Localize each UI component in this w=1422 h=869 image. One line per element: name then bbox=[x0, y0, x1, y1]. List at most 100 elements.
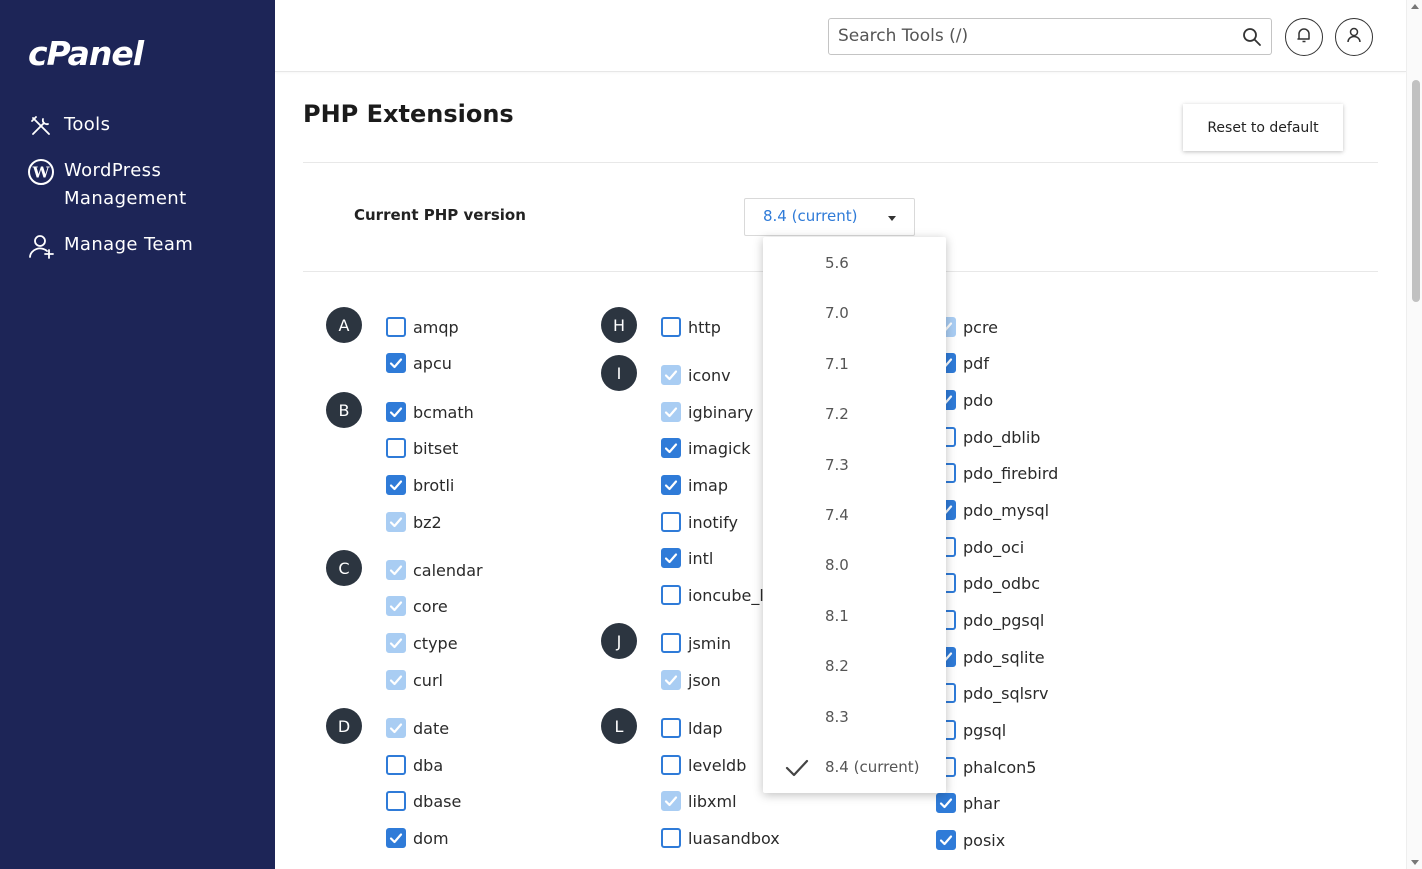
extension-checkbox-row[interactable]: pdo_pgsql bbox=[936, 608, 1044, 632]
cpanel-logo[interactable]: cPanel bbox=[28, 34, 144, 73]
extension-checkbox[interactable] bbox=[386, 670, 406, 690]
extension-checkbox[interactable] bbox=[936, 830, 956, 850]
search-box[interactable] bbox=[828, 18, 1272, 55]
extension-checkbox-row[interactable]: amqp bbox=[386, 315, 459, 339]
extension-checkbox-row[interactable]: imap bbox=[661, 473, 728, 497]
extension-label: apcu bbox=[413, 353, 452, 373]
extension-checkbox[interactable] bbox=[386, 828, 406, 848]
extension-checkbox-row[interactable]: phalcon5 bbox=[936, 755, 1036, 779]
extension-checkbox-row[interactable]: calendar bbox=[386, 558, 483, 582]
extension-checkbox[interactable] bbox=[661, 718, 681, 738]
extension-checkbox[interactable] bbox=[386, 402, 406, 422]
extension-checkbox[interactable] bbox=[386, 633, 406, 653]
extension-checkbox-row[interactable]: posix bbox=[936, 828, 1005, 852]
extension-checkbox[interactable] bbox=[661, 791, 681, 811]
extension-checkbox[interactable] bbox=[661, 670, 681, 690]
extension-checkbox-row[interactable]: dba bbox=[386, 753, 443, 777]
extension-checkbox[interactable] bbox=[386, 755, 406, 775]
extension-checkbox-row[interactable]: luasandbox bbox=[661, 826, 780, 850]
sidebar-item-manage-team[interactable]: Manage Team bbox=[26, 231, 214, 261]
extension-checkbox-row[interactable]: ioncube_lo bbox=[661, 583, 774, 607]
php-version-option[interactable]: 8.2 bbox=[763, 644, 946, 688]
scrollbar-thumb[interactable] bbox=[1412, 80, 1420, 302]
extension-checkbox-row[interactable]: json bbox=[661, 668, 721, 692]
php-version-option[interactable]: 5.6 bbox=[763, 241, 946, 285]
notifications-button[interactable] bbox=[1285, 18, 1323, 56]
extension-checkbox-row[interactable]: core bbox=[386, 594, 448, 618]
extension-checkbox-row[interactable]: brotli bbox=[386, 473, 454, 497]
extension-checkbox[interactable] bbox=[386, 791, 406, 811]
check-icon bbox=[389, 358, 403, 369]
php-version-option[interactable]: 7.3 bbox=[763, 443, 946, 487]
account-button[interactable] bbox=[1335, 18, 1373, 56]
extension-checkbox[interactable] bbox=[386, 560, 406, 580]
extension-checkbox[interactable] bbox=[386, 438, 406, 458]
extension-checkbox[interactable] bbox=[386, 512, 406, 532]
extension-checkbox[interactable] bbox=[386, 353, 406, 373]
extension-checkbox[interactable] bbox=[661, 585, 681, 605]
php-version-option[interactable]: 7.1 bbox=[763, 342, 946, 386]
extension-checkbox[interactable] bbox=[386, 475, 406, 495]
extension-checkbox[interactable] bbox=[661, 548, 681, 568]
php-version-option[interactable]: 8.1 bbox=[763, 594, 946, 638]
extension-checkbox-row[interactable]: imagick bbox=[661, 436, 751, 460]
sidebar-item-wordpress[interactable]: W WordPress Management bbox=[26, 157, 214, 213]
extension-checkbox-row[interactable]: pgsql bbox=[936, 718, 1006, 742]
sidebar-item-tools[interactable]: Tools bbox=[26, 111, 214, 141]
php-version-select[interactable]: 8.4 (current) bbox=[744, 198, 915, 236]
extension-checkbox[interactable] bbox=[661, 512, 681, 532]
extension-checkbox[interactable] bbox=[661, 755, 681, 775]
extension-checkbox-row[interactable]: bz2 bbox=[386, 510, 442, 534]
extension-checkbox-row[interactable]: dbase bbox=[386, 789, 461, 813]
extension-checkbox[interactable] bbox=[661, 317, 681, 337]
extension-checkbox-row[interactable]: leveldb bbox=[661, 753, 746, 777]
extension-checkbox-row[interactable]: ctype bbox=[386, 631, 458, 655]
extension-checkbox-row[interactable]: iconv bbox=[661, 363, 731, 387]
extension-checkbox-row[interactable]: curl bbox=[386, 668, 443, 692]
extension-checkbox-row[interactable]: pdo_oci bbox=[936, 535, 1024, 559]
php-version-option[interactable]: 7.4 bbox=[763, 493, 946, 537]
extension-checkbox-row[interactable]: apcu bbox=[386, 351, 452, 375]
extension-checkbox-row[interactable]: libxml bbox=[661, 789, 737, 813]
extension-checkbox-row[interactable]: pdo_odbc bbox=[936, 571, 1040, 595]
extension-checkbox[interactable] bbox=[386, 596, 406, 616]
php-version-option[interactable]: 7.2 bbox=[763, 392, 946, 436]
extension-checkbox[interactable] bbox=[661, 475, 681, 495]
extension-checkbox-row[interactable]: pdo_mysql bbox=[936, 498, 1049, 522]
extension-checkbox[interactable] bbox=[661, 365, 681, 385]
extension-checkbox-row[interactable]: intl bbox=[661, 546, 713, 570]
extension-checkbox-row[interactable]: bitset bbox=[386, 436, 458, 460]
search-input[interactable] bbox=[829, 19, 1219, 52]
reset-to-default-button[interactable]: Reset to default bbox=[1183, 104, 1343, 151]
extension-checkbox-row[interactable]: inotify bbox=[661, 510, 738, 534]
extension-checkbox[interactable] bbox=[661, 402, 681, 422]
php-version-option-label: 8.1 bbox=[825, 606, 849, 625]
extension-checkbox[interactable] bbox=[661, 633, 681, 653]
scrollbar[interactable] bbox=[1406, 0, 1422, 869]
php-version-option[interactable]: 8.3 bbox=[763, 695, 946, 739]
search-icon[interactable] bbox=[1241, 26, 1263, 48]
extension-checkbox[interactable] bbox=[661, 828, 681, 848]
extension-checkbox-row[interactable]: pdo_dblib bbox=[936, 425, 1040, 449]
extension-checkbox-row[interactable]: pdo_firebird bbox=[936, 461, 1058, 485]
extension-checkbox[interactable] bbox=[936, 793, 956, 813]
extension-checkbox[interactable] bbox=[386, 317, 406, 337]
extension-checkbox-row[interactable]: igbinary bbox=[661, 400, 753, 424]
extension-checkbox-row[interactable]: pdo_sqlsrv bbox=[936, 681, 1048, 705]
scroll-up-icon[interactable] bbox=[1411, 4, 1419, 9]
extension-checkbox-row[interactable]: dom bbox=[386, 826, 449, 850]
php-version-option[interactable]: 8.4 (current) bbox=[763, 745, 946, 789]
extension-checkbox-row[interactable]: http bbox=[661, 315, 721, 339]
extension-checkbox-row[interactable]: jsmin bbox=[661, 631, 731, 655]
extension-checkbox-row[interactable]: ldap bbox=[661, 716, 723, 740]
extension-checkbox[interactable] bbox=[661, 438, 681, 458]
extension-checkbox-row[interactable]: pdo_sqlite bbox=[936, 645, 1045, 669]
extension-checkbox[interactable] bbox=[386, 718, 406, 738]
php-version-option[interactable]: 8.0 bbox=[763, 543, 946, 587]
php-version-option[interactable]: 7.0 bbox=[763, 291, 946, 335]
extension-checkbox-row[interactable]: date bbox=[386, 716, 449, 740]
scroll-down-icon[interactable] bbox=[1411, 860, 1419, 865]
extension-label: dom bbox=[413, 828, 449, 848]
extension-checkbox-row[interactable]: phar bbox=[936, 791, 1000, 815]
extension-checkbox-row[interactable]: bcmath bbox=[386, 400, 474, 424]
